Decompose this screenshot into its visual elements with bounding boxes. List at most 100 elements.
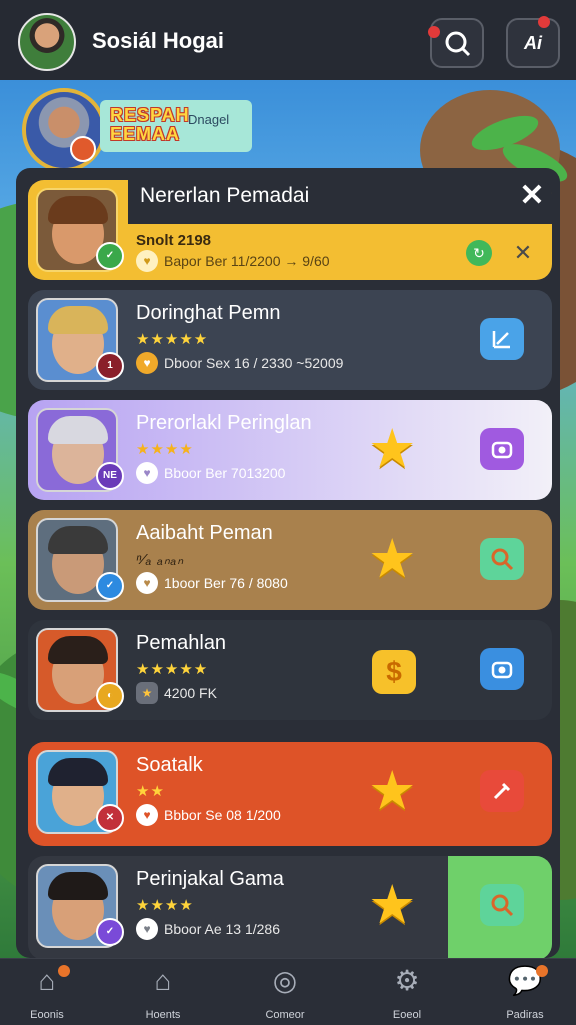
magnifier-icon bbox=[491, 548, 514, 571]
card-meta-text: Bbbor Se 08 1/200 bbox=[164, 807, 281, 823]
level-badge: NE bbox=[96, 462, 124, 490]
nav-item-eoeol[interactable]: ⚙ Eoeol bbox=[362, 965, 452, 1021]
edit-button[interactable] bbox=[480, 770, 524, 812]
nav-item-padiras[interactable]: 💬 Padiras bbox=[480, 965, 570, 1021]
banner-logo: RESPAH EEMAA bbox=[110, 106, 190, 144]
card-meta: ★ 4200 FK bbox=[136, 682, 217, 704]
rating-stars: ★★★★ bbox=[136, 441, 194, 458]
rating-stars: ★★★★ bbox=[136, 897, 194, 914]
search-icon bbox=[445, 31, 471, 57]
level-badge: ✓ bbox=[96, 572, 124, 600]
heart-icon: ♥ bbox=[136, 918, 158, 940]
card-meta-text: 4200 FK bbox=[164, 685, 217, 701]
rating-stars: ★★★★★ bbox=[136, 661, 209, 678]
nav-label: Padiras bbox=[506, 1009, 544, 1021]
card-name: Aaibaht Peman bbox=[136, 522, 273, 544]
nav-label: Eoeol bbox=[392, 1009, 422, 1021]
notification-dot bbox=[428, 26, 440, 38]
community-icon: ◎ bbox=[272, 965, 298, 996]
magnifier-icon bbox=[491, 894, 514, 917]
edit-icon bbox=[492, 331, 510, 349]
nav-label: Hoents bbox=[145, 1009, 181, 1021]
logo-line1: RESPAH bbox=[110, 105, 190, 125]
list-item[interactable]: NE Prerorlakl Peringlan ★★★★ ♥ Bboor Ber… bbox=[28, 400, 552, 500]
camera-button[interactable] bbox=[480, 428, 524, 470]
card-meta: ♥ 1boor Ber 76 / 8080 bbox=[136, 572, 288, 594]
rating-stars: ★★★★★ bbox=[136, 331, 209, 348]
list-item[interactable]: ✓ Perinjakal Gama ★★★★ ♥ Bboor Ae 13 1/2… bbox=[28, 856, 552, 960]
card-name: Pemahlan bbox=[136, 632, 227, 654]
search-action-button[interactable] bbox=[480, 884, 524, 926]
card-meta-text: 1boor Ber 76 / 8080 bbox=[164, 575, 288, 591]
heart-icon: ♥ bbox=[136, 250, 158, 272]
settings-icon: ⚙ bbox=[394, 965, 420, 996]
list-item[interactable]: 1 Doringhat Pemn ★★★★★ ♥ Dboor Sex 16 / … bbox=[28, 290, 552, 390]
user-avatar[interactable] bbox=[18, 13, 76, 71]
level-badge: 1 bbox=[96, 352, 124, 380]
coin-icon: ★ bbox=[136, 682, 158, 704]
card-name: Perinjakal Gama bbox=[136, 868, 284, 890]
star-icon: ★ bbox=[368, 875, 417, 935]
rating-stars: ★★ bbox=[136, 783, 165, 800]
logo-line2: EEMAA bbox=[110, 124, 181, 144]
house-icon: ⌂ bbox=[154, 965, 172, 996]
search-action-button[interactable] bbox=[480, 538, 524, 580]
modal-title: Nererlan Pemadai bbox=[140, 184, 310, 207]
dismiss-button[interactable]: ✕ bbox=[510, 240, 536, 266]
star-icon: ★ bbox=[368, 419, 417, 479]
card-meta: ♥ Dboor Sex 16 / 2330 ~52009 bbox=[136, 352, 343, 374]
card-meta: ♥ Bbbor Se 08 1/200 bbox=[136, 804, 281, 826]
close-button[interactable]: ✕ bbox=[514, 178, 550, 214]
card-meta-text: Dboor Sex 16 / 2330 ~52009 bbox=[164, 355, 344, 371]
nav-label: Eoonis bbox=[30, 1009, 64, 1021]
heart-icon: ♥ bbox=[136, 352, 158, 374]
list-item[interactable]: ✕ Soatalk ★★ ♥ Bbbor Se 08 1/200 ★ bbox=[28, 742, 552, 846]
pencil-icon bbox=[493, 782, 511, 800]
chat-icon: 💬 bbox=[507, 965, 543, 996]
card-name: Soatalk bbox=[136, 754, 203, 776]
card-meta-text: Bboor Ber 7013200 bbox=[164, 465, 286, 481]
star-icon: ★ bbox=[368, 761, 417, 821]
level-badge: ✓ bbox=[96, 242, 124, 270]
camera-button[interactable] bbox=[480, 648, 524, 690]
card-name: Doringhat Pemn bbox=[136, 302, 281, 324]
card-meta-text: Bboor Ae 13 1/286 bbox=[164, 921, 280, 937]
notification-dot bbox=[58, 965, 70, 977]
heart-icon: ♥ bbox=[136, 572, 158, 594]
dollar-icon: $ bbox=[372, 650, 416, 694]
list-item[interactable]: ✓ Aaibaht Peman ⁿ⁄ₐ ₐₙₐₙ ♥ 1boor Ber 76 … bbox=[28, 510, 552, 610]
card-meta: ♥ Bboor Ae 13 1/286 bbox=[136, 918, 280, 940]
heart-icon: ♥ bbox=[136, 462, 158, 484]
card-meta: ♥ Bapor Ber 11/2200 → 9/60 bbox=[136, 250, 330, 272]
nav-item-comeor[interactable]: ◎ Comeor bbox=[240, 965, 330, 1021]
bottom-nav: ⌂ Eoonis ⌂ Hoents ◎ Comeor ⚙ Eoeol 💬 Pad… bbox=[0, 958, 576, 1025]
ai-button[interactable]: Ai bbox=[506, 16, 560, 68]
level-badge: ✕ bbox=[96, 804, 124, 832]
notification-dot bbox=[536, 965, 548, 977]
profile-avatar[interactable] bbox=[22, 88, 106, 172]
list-item[interactable]: ◐ Pemahlan ★★★★★ ★ 4200 FK $ bbox=[28, 620, 552, 720]
nav-label: Comeor bbox=[265, 1009, 305, 1021]
edit-button[interactable] bbox=[480, 318, 524, 360]
card-meta: ♥ Bboor Ber 7013200 bbox=[136, 462, 285, 484]
heart-icon: ♥ bbox=[136, 804, 158, 826]
ai-button-label: Ai bbox=[524, 32, 542, 53]
search-button[interactable] bbox=[428, 18, 484, 68]
top-bar: Sosiál Hogai Ai bbox=[0, 0, 576, 80]
star-icon: ★ bbox=[368, 529, 417, 589]
camera-icon bbox=[491, 441, 513, 459]
profile-badge bbox=[70, 136, 96, 162]
nav-item-home[interactable]: ⌂ Eoonis bbox=[2, 965, 92, 1021]
level-badge: ◐ bbox=[96, 682, 124, 710]
banner-tagline: Dnagel bbox=[188, 112, 230, 127]
card-name: Prerorlakl Peringlan bbox=[136, 412, 312, 434]
nav-item-hoents[interactable]: ⌂ Hoents bbox=[118, 965, 208, 1021]
refresh-icon[interactable]: ↻ bbox=[466, 240, 492, 266]
app-title: Sosiál Hogai bbox=[92, 28, 225, 53]
home-icon: ⌂ bbox=[38, 965, 56, 996]
camera-icon bbox=[491, 661, 513, 679]
card-name: Snolt 2198 bbox=[136, 232, 212, 249]
notification-dot bbox=[538, 16, 550, 28]
level-badge: ✓ bbox=[96, 918, 124, 946]
card-meta-text: Bapor Ber 11/2200 → 9/60 bbox=[164, 253, 330, 269]
